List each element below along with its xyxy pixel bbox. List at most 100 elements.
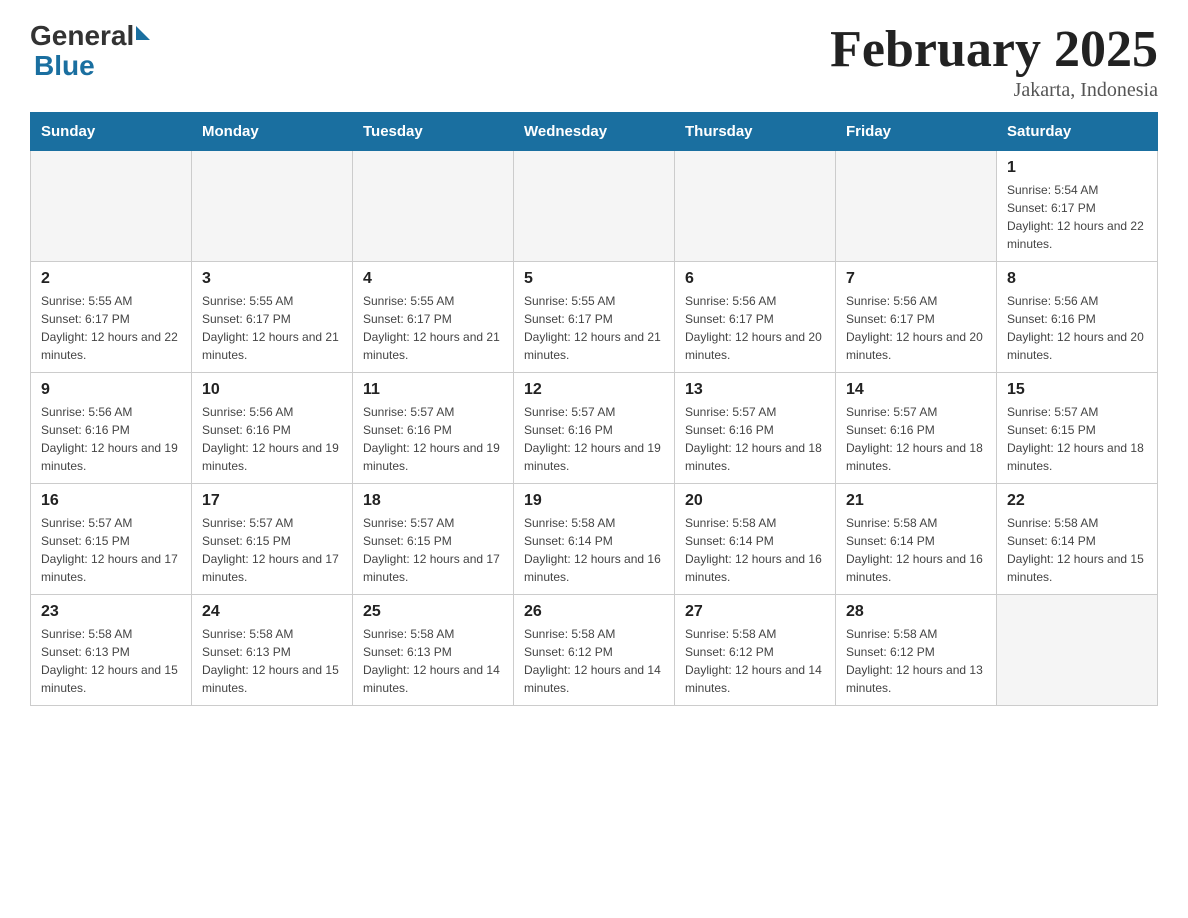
- day-info: Sunrise: 5:58 AM Sunset: 6:12 PM Dayligh…: [685, 625, 825, 697]
- day-info: Sunrise: 5:58 AM Sunset: 6:13 PM Dayligh…: [41, 625, 181, 697]
- day-number: 9: [41, 381, 181, 399]
- day-number: 18: [363, 492, 503, 510]
- day-info: Sunrise: 5:56 AM Sunset: 6:16 PM Dayligh…: [41, 403, 181, 475]
- logo-arrow-icon: [136, 26, 150, 40]
- day-info: Sunrise: 5:58 AM Sunset: 6:13 PM Dayligh…: [202, 625, 342, 697]
- calendar-cell: 19 Sunrise: 5:58 AM Sunset: 6:14 PM Dayli…: [514, 484, 675, 595]
- day-info: Sunrise: 5:58 AM Sunset: 6:14 PM Dayligh…: [685, 514, 825, 586]
- page-header: General Blue February 2025 Jakarta, Indo…: [30, 20, 1158, 102]
- header-cell-monday: Monday: [192, 113, 353, 151]
- day-info: Sunrise: 5:56 AM Sunset: 6:17 PM Dayligh…: [846, 292, 986, 364]
- calendar-cell: 14 Sunrise: 5:57 AM Sunset: 6:16 PM Dayli…: [836, 373, 997, 484]
- day-number: 26: [524, 603, 664, 621]
- day-info: Sunrise: 5:56 AM Sunset: 6:16 PM Dayligh…: [202, 403, 342, 475]
- day-info: Sunrise: 5:55 AM Sunset: 6:17 PM Dayligh…: [41, 292, 181, 364]
- month-title: February 2025: [830, 20, 1158, 79]
- calendar-cell: 21 Sunrise: 5:58 AM Sunset: 6:14 PM Dayli…: [836, 484, 997, 595]
- day-info: Sunrise: 5:58 AM Sunset: 6:14 PM Dayligh…: [846, 514, 986, 586]
- header-cell-thursday: Thursday: [675, 113, 836, 151]
- calendar-cell: 27 Sunrise: 5:58 AM Sunset: 6:12 PM Dayli…: [675, 595, 836, 706]
- day-number: 23: [41, 603, 181, 621]
- day-number: 7: [846, 270, 986, 288]
- day-info: Sunrise: 5:57 AM Sunset: 6:15 PM Dayligh…: [202, 514, 342, 586]
- day-info: Sunrise: 5:57 AM Sunset: 6:16 PM Dayligh…: [846, 403, 986, 475]
- day-info: Sunrise: 5:58 AM Sunset: 6:14 PM Dayligh…: [524, 514, 664, 586]
- day-info: Sunrise: 5:54 AM Sunset: 6:17 PM Dayligh…: [1007, 181, 1147, 253]
- header-cell-sunday: Sunday: [31, 113, 192, 151]
- calendar-week-row: 1Sunrise: 5:54 AM Sunset: 6:17 PM Daylig…: [31, 151, 1158, 262]
- day-info: Sunrise: 5:55 AM Sunset: 6:17 PM Dayligh…: [202, 292, 342, 364]
- calendar-header: SundayMondayTuesdayWednesdayThursdayFrid…: [31, 113, 1158, 151]
- calendar-cell: 23 Sunrise: 5:58 AM Sunset: 6:13 PM Dayli…: [31, 595, 192, 706]
- calendar-cell: [31, 151, 192, 262]
- calendar-cell: [353, 151, 514, 262]
- day-info: Sunrise: 5:55 AM Sunset: 6:17 PM Dayligh…: [363, 292, 503, 364]
- day-number: 11: [363, 381, 503, 399]
- day-info: Sunrise: 5:58 AM Sunset: 6:12 PM Dayligh…: [524, 625, 664, 697]
- day-number: 21: [846, 492, 986, 510]
- day-number: 2: [41, 270, 181, 288]
- day-info: Sunrise: 5:56 AM Sunset: 6:16 PM Dayligh…: [1007, 292, 1147, 364]
- calendar-cell: 1Sunrise: 5:54 AM Sunset: 6:17 PM Daylig…: [997, 151, 1158, 262]
- logo-general-text: General: [30, 20, 134, 52]
- calendar-cell: [675, 151, 836, 262]
- calendar-cell: [836, 151, 997, 262]
- header-cell-saturday: Saturday: [997, 113, 1158, 151]
- calendar-cell: 4 Sunrise: 5:55 AM Sunset: 6:17 PM Daylig…: [353, 262, 514, 373]
- day-info: Sunrise: 5:58 AM Sunset: 6:14 PM Dayligh…: [1007, 514, 1147, 586]
- calendar-cell: 25 Sunrise: 5:58 AM Sunset: 6:13 PM Dayli…: [353, 595, 514, 706]
- header-cell-tuesday: Tuesday: [353, 113, 514, 151]
- day-number: 28: [846, 603, 986, 621]
- logo-blue-text: Blue: [34, 50, 150, 82]
- calendar-cell: 26 Sunrise: 5:58 AM Sunset: 6:12 PM Dayli…: [514, 595, 675, 706]
- day-info: Sunrise: 5:57 AM Sunset: 6:16 PM Dayligh…: [524, 403, 664, 475]
- calendar-cell: 5 Sunrise: 5:55 AM Sunset: 6:17 PM Daylig…: [514, 262, 675, 373]
- day-info: Sunrise: 5:58 AM Sunset: 6:12 PM Dayligh…: [846, 625, 986, 697]
- day-info: Sunrise: 5:55 AM Sunset: 6:17 PM Dayligh…: [524, 292, 664, 364]
- day-number: 14: [846, 381, 986, 399]
- calendar-cell: 28 Sunrise: 5:58 AM Sunset: 6:12 PM Dayli…: [836, 595, 997, 706]
- calendar-cell: 3 Sunrise: 5:55 AM Sunset: 6:17 PM Daylig…: [192, 262, 353, 373]
- calendar-cell: 18 Sunrise: 5:57 AM Sunset: 6:15 PM Dayli…: [353, 484, 514, 595]
- calendar-table: SundayMondayTuesdayWednesdayThursdayFrid…: [30, 112, 1158, 706]
- header-cell-wednesday: Wednesday: [514, 113, 675, 151]
- calendar-cell: 2 Sunrise: 5:55 AM Sunset: 6:17 PM Daylig…: [31, 262, 192, 373]
- day-info: Sunrise: 5:57 AM Sunset: 6:15 PM Dayligh…: [41, 514, 181, 586]
- day-number: 16: [41, 492, 181, 510]
- day-info: Sunrise: 5:57 AM Sunset: 6:16 PM Dayligh…: [363, 403, 503, 475]
- calendar-cell: [192, 151, 353, 262]
- calendar-cell: 24Sunrise: 5:58 AM Sunset: 6:13 PM Dayli…: [192, 595, 353, 706]
- calendar-cell: [997, 595, 1158, 706]
- calendar-cell: 11 Sunrise: 5:57 AM Sunset: 6:16 PM Dayli…: [353, 373, 514, 484]
- day-number: 13: [685, 381, 825, 399]
- day-number: 5: [524, 270, 664, 288]
- day-info: Sunrise: 5:57 AM Sunset: 6:15 PM Dayligh…: [1007, 403, 1147, 475]
- day-info: Sunrise: 5:58 AM Sunset: 6:13 PM Dayligh…: [363, 625, 503, 697]
- calendar-cell: 15 Sunrise: 5:57 AM Sunset: 6:15 PM Dayli…: [997, 373, 1158, 484]
- calendar-cell: [514, 151, 675, 262]
- calendar-cell: 8Sunrise: 5:56 AM Sunset: 6:16 PM Daylig…: [997, 262, 1158, 373]
- day-info: Sunrise: 5:57 AM Sunset: 6:16 PM Dayligh…: [685, 403, 825, 475]
- header-cell-friday: Friday: [836, 113, 997, 151]
- location-text: Jakarta, Indonesia: [830, 79, 1158, 102]
- day-info: Sunrise: 5:57 AM Sunset: 6:15 PM Dayligh…: [363, 514, 503, 586]
- calendar-cell: 13 Sunrise: 5:57 AM Sunset: 6:16 PM Dayli…: [675, 373, 836, 484]
- calendar-body: 1Sunrise: 5:54 AM Sunset: 6:17 PM Daylig…: [31, 151, 1158, 706]
- calendar-cell: 9 Sunrise: 5:56 AM Sunset: 6:16 PM Daylig…: [31, 373, 192, 484]
- header-row: SundayMondayTuesdayWednesdayThursdayFrid…: [31, 113, 1158, 151]
- day-number: 15: [1007, 381, 1147, 399]
- calendar-week-row: 23 Sunrise: 5:58 AM Sunset: 6:13 PM Dayli…: [31, 595, 1158, 706]
- calendar-cell: 22Sunrise: 5:58 AM Sunset: 6:14 PM Dayli…: [997, 484, 1158, 595]
- day-number: 10: [202, 381, 342, 399]
- day-number: 17: [202, 492, 342, 510]
- day-number: 12: [524, 381, 664, 399]
- day-number: 4: [363, 270, 503, 288]
- day-number: 3: [202, 270, 342, 288]
- calendar-week-row: 9 Sunrise: 5:56 AM Sunset: 6:16 PM Daylig…: [31, 373, 1158, 484]
- calendar-cell: 17 Sunrise: 5:57 AM Sunset: 6:15 PM Dayli…: [192, 484, 353, 595]
- day-number: 27: [685, 603, 825, 621]
- day-number: 6: [685, 270, 825, 288]
- calendar-cell: 12 Sunrise: 5:57 AM Sunset: 6:16 PM Dayli…: [514, 373, 675, 484]
- day-number: 25: [363, 603, 503, 621]
- day-number: 19: [524, 492, 664, 510]
